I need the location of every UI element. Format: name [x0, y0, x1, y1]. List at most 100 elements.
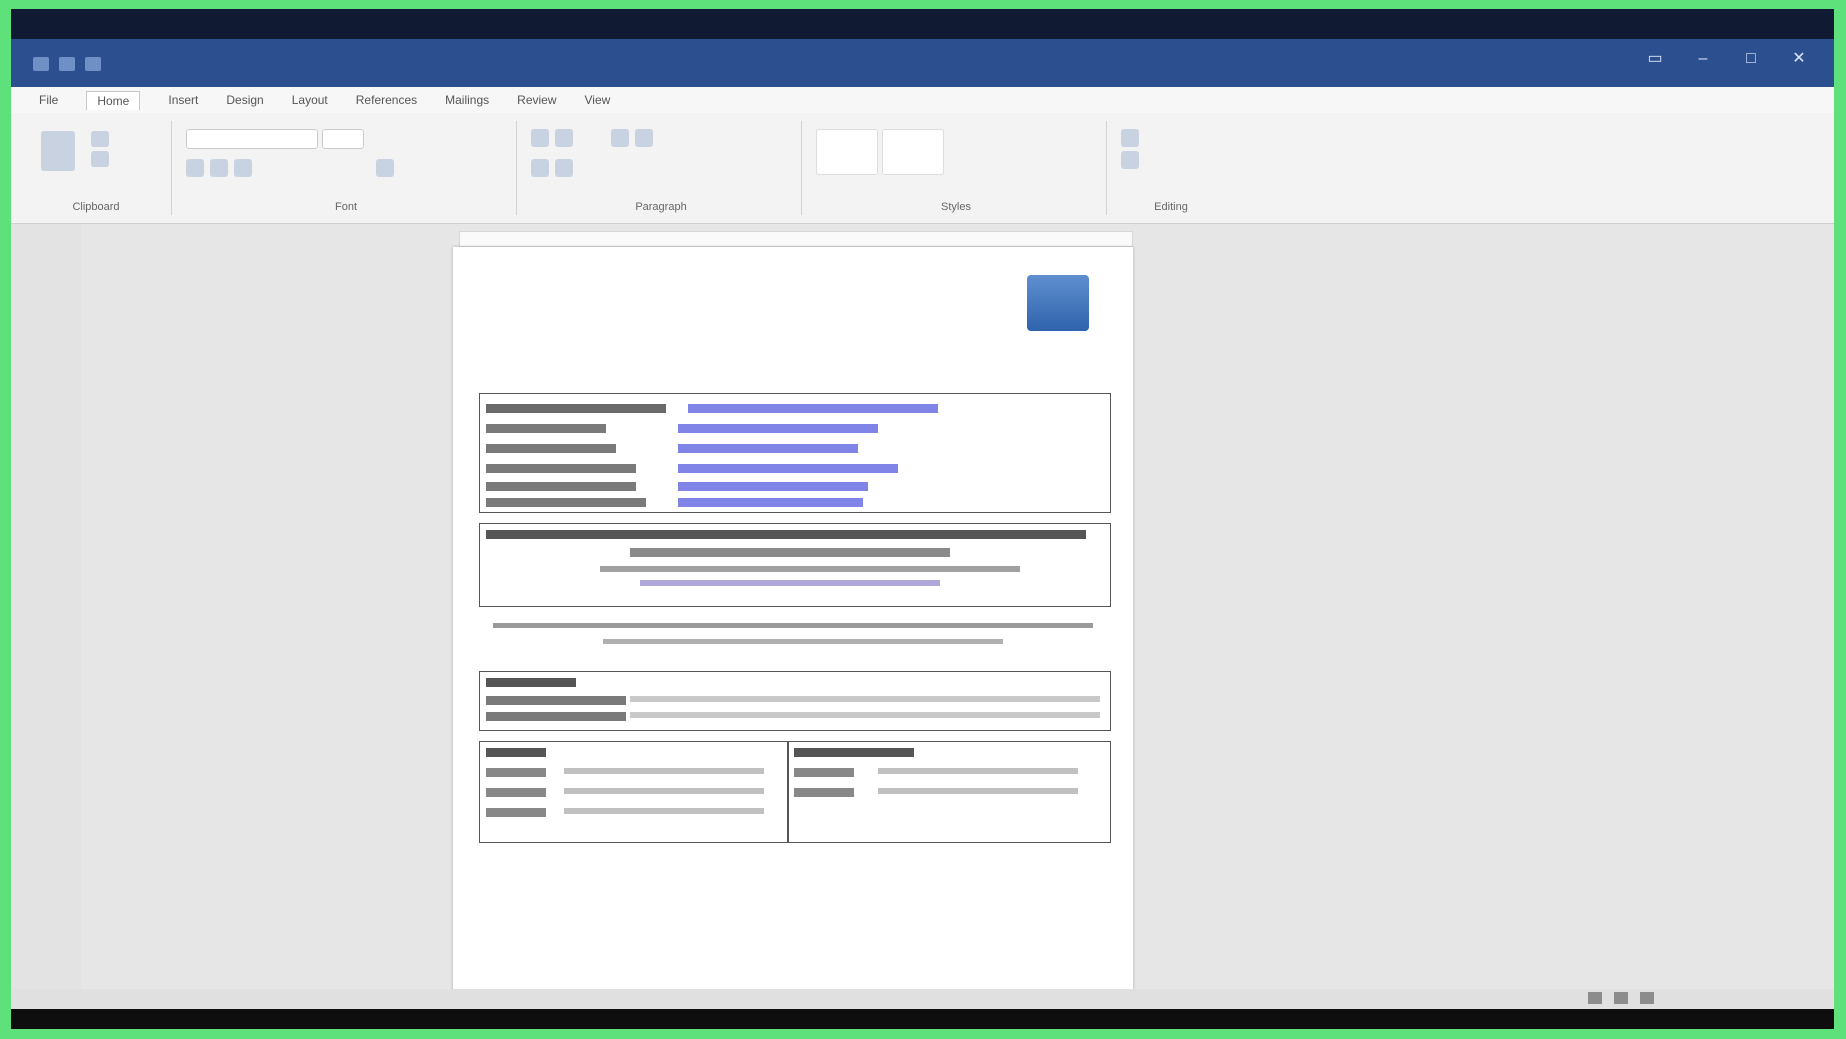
form-table-3 — [479, 671, 1111, 731]
right-panel — [1714, 224, 1834, 989]
form-label — [486, 444, 616, 453]
redo-icon[interactable] — [85, 57, 101, 71]
form-label — [486, 424, 606, 433]
form-label — [486, 712, 626, 721]
form-label — [486, 482, 636, 491]
bullets-icon[interactable] — [531, 129, 549, 147]
form-field[interactable] — [678, 444, 858, 453]
close-icon[interactable]: ✕ — [1788, 49, 1810, 69]
section-heading — [486, 678, 576, 687]
form-label — [486, 788, 546, 797]
form-label — [486, 498, 646, 507]
quick-access-toolbar — [33, 57, 101, 71]
form-field[interactable] — [564, 788, 764, 794]
taskbar — [11, 1009, 1834, 1029]
tab-mailings[interactable]: Mailings — [445, 93, 489, 107]
tab-insert[interactable]: Insert — [168, 93, 198, 107]
style-no-spacing[interactable] — [882, 129, 944, 175]
minimize-icon[interactable]: – — [1692, 49, 1714, 69]
view-buttons — [1588, 992, 1654, 1004]
title-bar-top — [11, 9, 1834, 39]
form-label — [486, 808, 546, 817]
maximize-icon[interactable]: □ — [1740, 49, 1762, 69]
style-normal[interactable] — [816, 129, 878, 175]
tab-design[interactable]: Design — [226, 93, 263, 107]
form-field[interactable] — [630, 712, 1100, 718]
section-text — [640, 580, 940, 586]
ribbon: Clipboard Font Paragraph Styles Editing — [11, 113, 1834, 224]
form-field[interactable] — [564, 808, 764, 814]
section-heading — [794, 748, 914, 757]
form-field[interactable] — [878, 788, 1078, 794]
ribbon-group-label: Paragraph — [635, 201, 687, 213]
left-pane — [11, 224, 81, 989]
paste-icon[interactable] — [41, 131, 75, 171]
form-field[interactable] — [688, 404, 938, 413]
form-field[interactable] — [630, 696, 1100, 702]
tab-references[interactable]: References — [356, 93, 417, 107]
replace-icon[interactable] — [1121, 151, 1139, 169]
form-field[interactable] — [678, 464, 898, 473]
undo-icon[interactable] — [59, 57, 75, 71]
ribbon-group-label: Font — [334, 201, 357, 213]
ribbon-group-clipboard: Clipboard — [21, 121, 172, 215]
form-field[interactable] — [878, 768, 1078, 774]
form-label — [794, 768, 854, 777]
cut-icon[interactable] — [91, 131, 109, 147]
form-field[interactable] — [678, 482, 868, 491]
ribbon-group-label: Styles — [941, 201, 971, 213]
section-text — [630, 548, 950, 557]
form-field[interactable] — [564, 768, 764, 774]
copy-icon[interactable] — [91, 151, 109, 167]
screen: ▭ – □ ✕ File Home Insert Design Layout R… — [11, 9, 1834, 1029]
window-controls: ▭ – □ ✕ — [1644, 49, 1810, 69]
font-size-select[interactable] — [322, 129, 364, 149]
font-color-icon[interactable] — [376, 159, 394, 177]
font-name-select[interactable] — [186, 129, 318, 149]
increase-indent-icon[interactable] — [635, 129, 653, 147]
tab-file[interactable]: File — [39, 93, 58, 107]
form-table-4-right — [787, 741, 1111, 843]
print-layout-icon[interactable] — [1614, 992, 1628, 1004]
web-layout-icon[interactable] — [1640, 992, 1654, 1004]
form-label — [486, 404, 666, 413]
logo-image — [1027, 275, 1089, 331]
ribbon-group-paragraph: Paragraph — [521, 121, 802, 215]
read-mode-icon[interactable] — [1588, 992, 1602, 1004]
status-bar — [11, 989, 1834, 1009]
title-bar: ▭ – □ ✕ — [11, 9, 1834, 87]
form-field[interactable] — [678, 424, 878, 433]
document-page[interactable] — [453, 247, 1133, 1027]
form-label — [486, 768, 546, 777]
horizontal-ruler — [459, 231, 1133, 247]
ribbon-group-font: Font — [176, 121, 517, 215]
ribbon-group-label: Clipboard — [72, 201, 120, 213]
align-left-icon[interactable] — [531, 159, 549, 177]
italic-icon[interactable] — [210, 159, 228, 177]
ribbon-group-editing: Editing — [1111, 121, 1231, 215]
tab-view[interactable]: View — [585, 93, 611, 107]
save-icon[interactable] — [33, 57, 49, 71]
paragraph-line — [603, 639, 1003, 644]
find-icon[interactable] — [1121, 129, 1139, 147]
tab-home[interactable]: Home — [86, 90, 141, 110]
tab-review[interactable]: Review — [517, 93, 556, 107]
form-table-1 — [479, 393, 1111, 513]
tab-layout[interactable]: Layout — [292, 93, 328, 107]
numbering-icon[interactable] — [555, 129, 573, 147]
ribbon-group-styles: Styles — [806, 121, 1107, 215]
section-heading — [486, 748, 546, 757]
ribbon-group-label: Editing — [1154, 201, 1188, 213]
align-center-icon[interactable] — [555, 159, 573, 177]
ribbon-display-icon[interactable]: ▭ — [1644, 49, 1666, 69]
form-field[interactable] — [678, 498, 863, 507]
decrease-indent-icon[interactable] — [611, 129, 629, 147]
section-text — [600, 566, 1020, 572]
paragraph-line — [493, 623, 1093, 628]
bold-icon[interactable] — [186, 159, 204, 177]
form-label — [794, 788, 854, 797]
section-heading — [486, 530, 1086, 539]
form-label — [486, 464, 636, 473]
form-table-4-left — [479, 741, 789, 843]
underline-icon[interactable] — [234, 159, 252, 177]
